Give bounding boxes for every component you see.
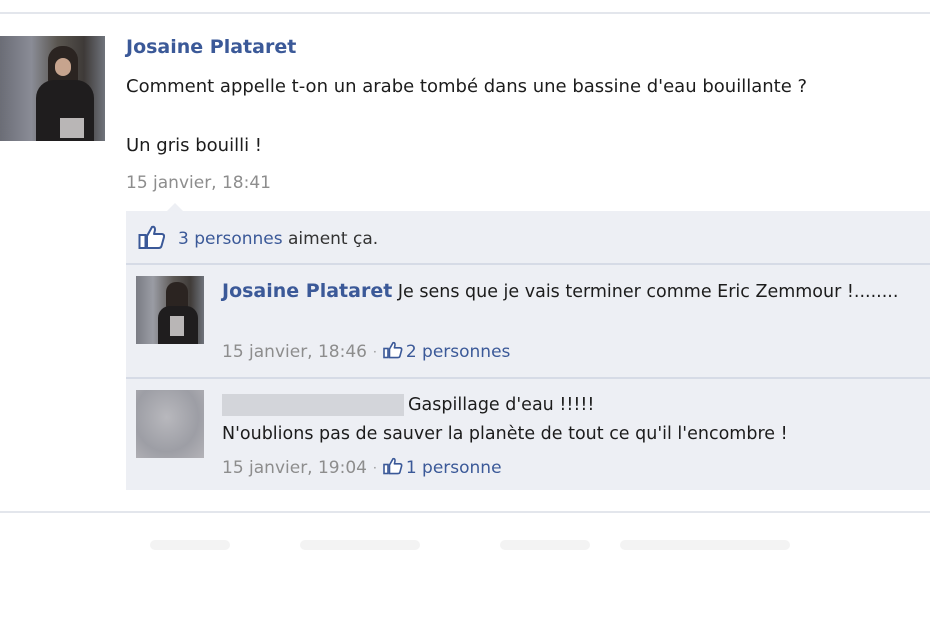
faded-artifact (500, 540, 590, 550)
comment-item: Josaine Plataret Je sens que je vais ter… (126, 265, 930, 379)
comment-text-line1: Gaspillage d'eau !!!!! (408, 395, 595, 415)
avatar-blurred-area (170, 316, 184, 336)
comment-text: Je sens que je vais terminer comme Eric … (397, 282, 899, 302)
comment-meta: 15 janvier, 19:04 · 1 personne (222, 457, 502, 478)
comment-author-name-redacted[interactable] (222, 394, 404, 416)
comments-box: 3 personnes aiment ça. Josaine Plataret … (126, 211, 930, 490)
post-author-avatar[interactable] (0, 36, 105, 141)
comment-body: Josaine Plataret Je sens que je vais ter… (222, 277, 922, 307)
avatar-blurred-area (60, 118, 84, 138)
meta-separator: · (372, 461, 377, 475)
likes-suffix: aiment ça. (282, 229, 379, 249)
comment-meta: 15 janvier, 18:46 · 2 personnes (222, 341, 510, 362)
post-text-line2: Un gris bouilli ! (126, 135, 263, 156)
post-text-line1: Comment appelle t-on un arabe tombé dans… (126, 76, 808, 97)
comment-likes-link[interactable]: 2 personnes (406, 342, 511, 362)
thumbs-up-icon (138, 225, 166, 249)
comment-author-avatar[interactable] (136, 276, 204, 344)
comment-timestamp[interactable]: 15 janvier, 19:04 (222, 458, 367, 478)
post-author-name[interactable]: Josaine Plataret (126, 36, 296, 58)
thumbs-up-icon (383, 457, 403, 475)
faded-artifact (150, 540, 230, 550)
meta-separator: · (372, 345, 377, 359)
avatar-figure-face (55, 58, 71, 76)
post-timestamp[interactable]: 15 janvier, 18:41 (126, 173, 271, 193)
comment-likes-link[interactable]: 1 personne (406, 458, 502, 478)
comment-author-name[interactable]: Josaine Plataret (222, 280, 392, 302)
faded-artifact (620, 540, 790, 550)
comment-author-avatar-blurred[interactable] (136, 390, 204, 458)
comment-timestamp[interactable]: 15 janvier, 18:46 (222, 342, 367, 362)
likes-count-link[interactable]: 3 personnes (178, 229, 283, 249)
likes-row: 3 personnes aiment ça. (126, 211, 930, 265)
top-divider (0, 12, 930, 14)
likes-summary: 3 personnes aiment ça. (178, 229, 378, 249)
comment-body: Gaspillage d'eau !!!!! N'oublions pas de… (222, 391, 922, 449)
thumbs-up-icon (383, 341, 403, 359)
comment-item: Gaspillage d'eau !!!!! N'oublions pas de… (126, 379, 930, 490)
faded-artifact (300, 540, 420, 550)
bottom-divider (0, 511, 930, 513)
comment-text-line2: N'oublions pas de sauver la planète de t… (222, 424, 788, 444)
